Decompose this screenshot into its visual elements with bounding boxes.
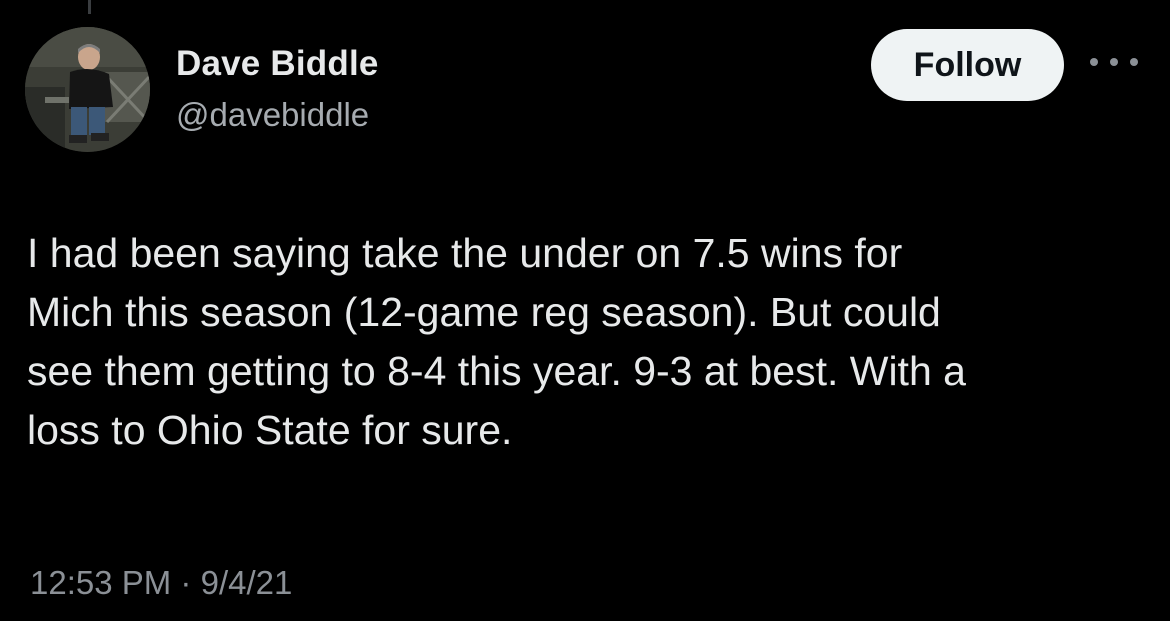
display-name[interactable]: Dave Biddle: [176, 40, 379, 88]
timestamp[interactable]: 12:53 PM · 9/4/21: [30, 561, 292, 605]
tweet-text: I had been saying take the under on 7.5 …: [27, 224, 1157, 460]
more-dot: [1090, 58, 1098, 66]
tweet-text-line: I had been saying take the under on 7.5 …: [27, 230, 903, 276]
tweet-text-line: see them getting to 8-4 this year. 9-3 a…: [27, 348, 966, 394]
avatar-photo: [25, 27, 150, 152]
author-block: Dave Biddle @davebiddle: [176, 40, 379, 138]
more-horizontal-icon[interactable]: [1090, 50, 1138, 74]
timestamp-date: 9/4/21: [200, 564, 293, 601]
follow-button[interactable]: Follow: [871, 29, 1064, 101]
more-dot: [1130, 58, 1138, 66]
tweet-text-line: Mich this season (12-game reg season). B…: [27, 289, 941, 335]
tweet-text-line: loss to Ohio State for sure.: [27, 407, 513, 453]
thread-connector-line: [88, 0, 91, 14]
timestamp-time: 12:53 PM: [30, 564, 172, 601]
timestamp-separator: ·: [180, 564, 192, 601]
more-dot: [1110, 58, 1118, 66]
avatar[interactable]: [25, 27, 150, 152]
handle[interactable]: @davebiddle: [176, 92, 379, 138]
